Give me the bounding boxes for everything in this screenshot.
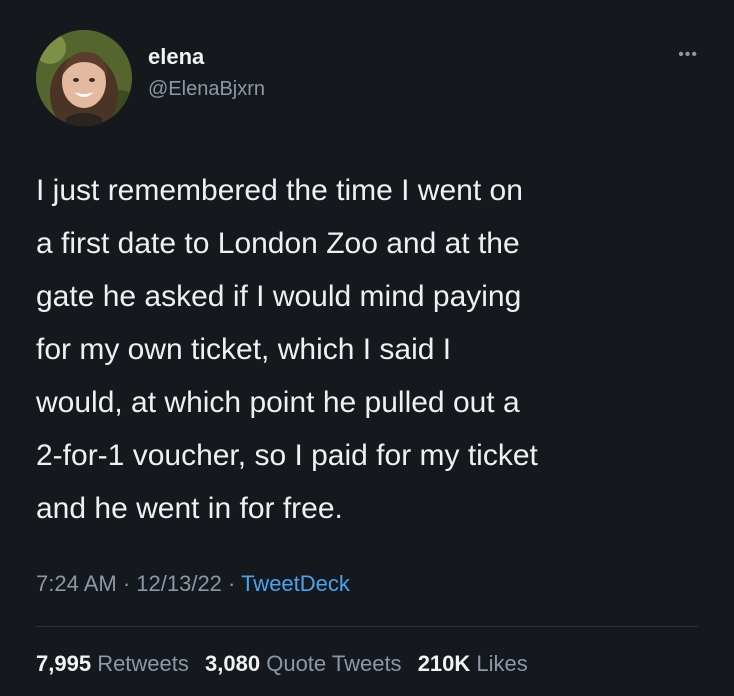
retweets-count: 7,995	[36, 651, 92, 676]
quote-tweets-count: 3,080	[205, 651, 261, 676]
meta-separator: ·	[116, 571, 137, 596]
tweet-stats: 7,995 Retweets 3,080 Quote Tweets 210K L…	[36, 651, 538, 677]
likes-stat[interactable]: 210K Likes	[418, 651, 528, 676]
tweet-meta: 7:24 AM · 12/13/22 · TweetDeck	[36, 571, 350, 597]
quote-tweets-label: Quote Tweets	[266, 651, 402, 676]
retweets-stat[interactable]: 7,995 Retweets	[36, 651, 189, 676]
retweets-label: Retweets	[97, 651, 189, 676]
quote-tweets-stat[interactable]: 3,080 Quote Tweets	[205, 651, 402, 676]
likes-label: Likes	[476, 651, 528, 676]
divider	[36, 626, 698, 627]
likes-count: 210K	[417, 651, 471, 676]
tweet-time[interactable]: 7:24 AM	[36, 571, 117, 596]
profile-photo	[36, 30, 132, 126]
tweet-text: I just remembered the time I went on a f…	[36, 174, 538, 525]
author-name[interactable]: elena	[148, 44, 204, 70]
tweet-date[interactable]: 12/13/22	[136, 571, 222, 596]
tweet-card: elena @ElenaBjxrn ••• I just remembered …	[0, 0, 734, 696]
avatar[interactable]	[36, 30, 132, 126]
meta-separator: ·	[221, 571, 242, 596]
tweet-source-link[interactable]: TweetDeck	[241, 571, 350, 596]
more-options-icon[interactable]: •••	[678, 46, 698, 64]
author-handle[interactable]: @ElenaBjxrn	[148, 78, 265, 101]
